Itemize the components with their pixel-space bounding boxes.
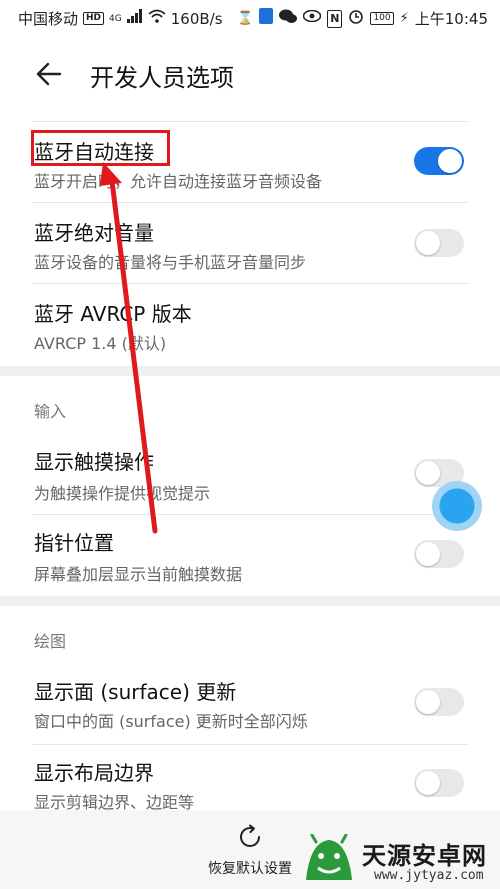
touch-indicator <box>432 481 482 531</box>
watermark-url: www.jytyaz.com <box>374 868 484 883</box>
watermark-name: 天源安卓网 <box>362 842 487 870</box>
android-logo-icon <box>302 833 356 884</box>
site-watermark: 天源安卓网 www.jytyaz.com <box>302 832 500 889</box>
annotation-arrow <box>100 162 158 534</box>
